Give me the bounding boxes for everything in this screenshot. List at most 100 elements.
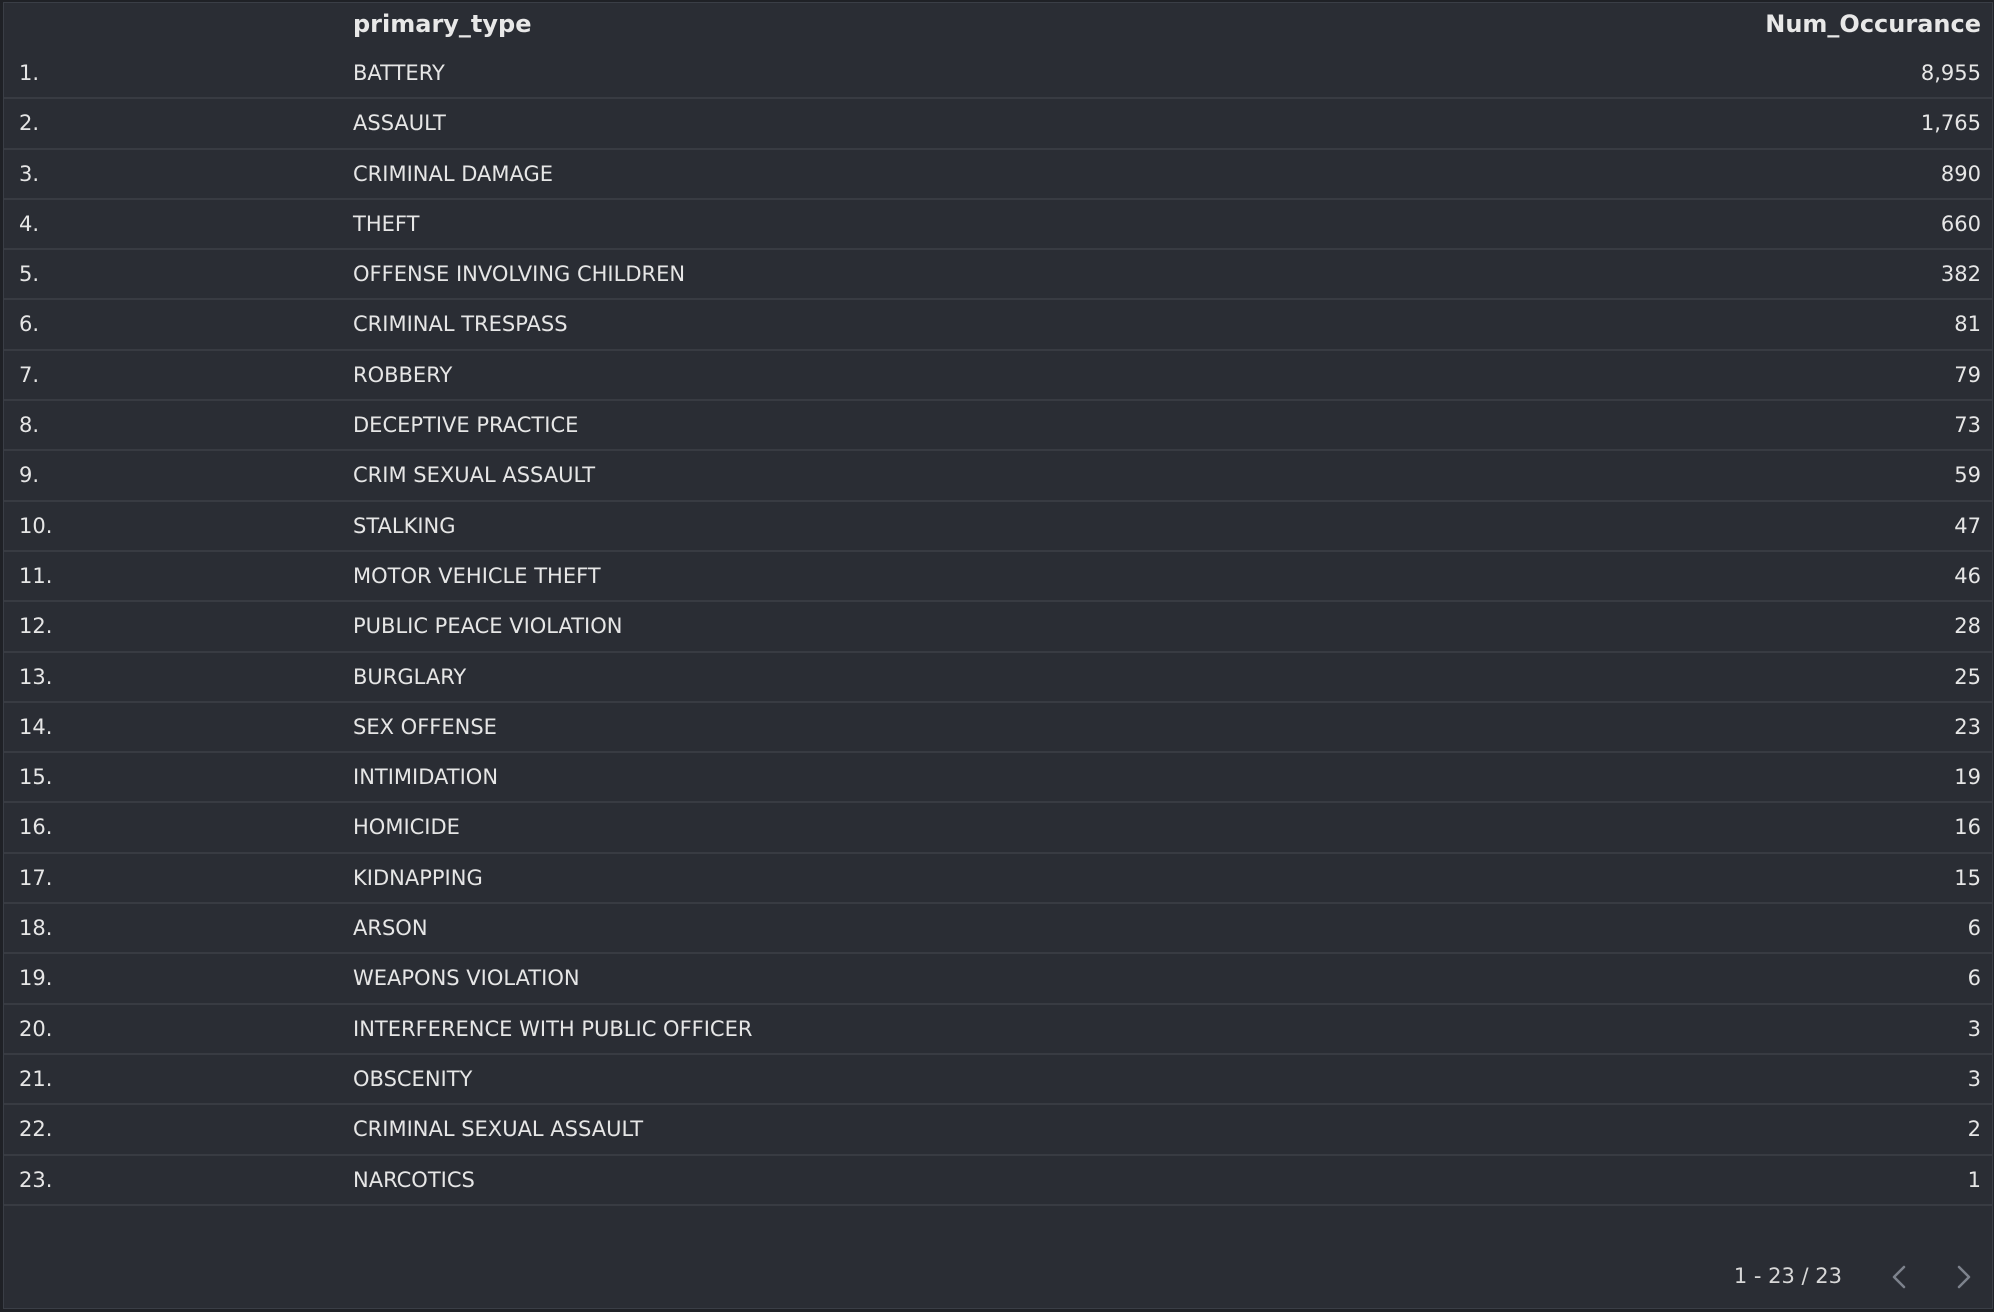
row-index: 20. bbox=[19, 1016, 53, 1041]
row-primary-type: WEAPONS VIOLATION bbox=[353, 966, 580, 991]
row-index: 7. bbox=[19, 362, 40, 387]
row-index: 17. bbox=[19, 865, 53, 890]
row-num-occurance: 25 bbox=[1954, 664, 1981, 689]
table-row[interactable]: 19. WEAPONS VIOLATION 6 bbox=[4, 954, 1992, 1005]
table-row[interactable]: 21. OBSCENITY 3 bbox=[4, 1055, 1992, 1106]
row-primary-type: BURGLARY bbox=[353, 664, 467, 689]
table-row[interactable]: 6. CRIMINAL TRESPASS 81 bbox=[4, 300, 1992, 351]
row-num-occurance: 15 bbox=[1954, 865, 1981, 890]
table-row[interactable]: 15. INTIMIDATION 19 bbox=[4, 753, 1992, 804]
row-primary-type: HOMICIDE bbox=[353, 815, 460, 840]
chevron-left-icon bbox=[1892, 1265, 1906, 1289]
row-index: 4. bbox=[19, 211, 40, 236]
row-num-occurance: 59 bbox=[1954, 463, 1981, 488]
row-primary-type: INTERFERENCE WITH PUBLIC OFFICER bbox=[353, 1016, 753, 1041]
table-row[interactable]: 8. DECEPTIVE PRACTICE 73 bbox=[4, 401, 1992, 452]
row-index: 19. bbox=[19, 966, 53, 991]
row-num-occurance: 3 bbox=[1967, 1016, 1981, 1041]
row-num-occurance: 382 bbox=[1940, 262, 1981, 287]
table-header: primary_type Num_Occurance bbox=[4, 3, 1992, 47]
table-row[interactable]: 14. SEX OFFENSE 23 bbox=[4, 703, 1992, 754]
table-row[interactable]: 13. BURGLARY 25 bbox=[4, 653, 1992, 703]
row-primary-type: NARCOTICS bbox=[353, 1167, 475, 1192]
row-primary-type: THEFT bbox=[353, 211, 420, 236]
table-row[interactable]: 12. PUBLIC PEACE VIOLATION 28 bbox=[4, 602, 1992, 653]
row-index: 14. bbox=[19, 714, 53, 739]
next-page-button[interactable] bbox=[1948, 1262, 1978, 1292]
table-row[interactable]: 17. KIDNAPPING 15 bbox=[4, 854, 1992, 905]
row-num-occurance: 19 bbox=[1954, 765, 1981, 790]
row-num-occurance: 47 bbox=[1954, 513, 1981, 538]
table-row[interactable]: 1. BATTERY 8,955 bbox=[4, 49, 1992, 100]
row-num-occurance: 8,955 bbox=[1920, 61, 1981, 85]
row-primary-type: BATTERY bbox=[353, 61, 445, 85]
row-index: 12. bbox=[19, 614, 53, 639]
column-header-num-occurance[interactable]: Num_Occurance bbox=[1765, 10, 1981, 38]
table-row[interactable]: 23. NARCOTICS 1 bbox=[4, 1156, 1992, 1206]
row-index: 18. bbox=[19, 916, 53, 941]
row-index: 8. bbox=[19, 413, 40, 438]
row-primary-type: OBSCENITY bbox=[353, 1066, 473, 1091]
table-row[interactable]: 22. CRIMINAL SEXUAL ASSAULT 2 bbox=[4, 1105, 1992, 1156]
row-index: 3. bbox=[19, 161, 40, 186]
row-primary-type: ARSON bbox=[353, 916, 428, 941]
row-primary-type: PUBLIC PEACE VIOLATION bbox=[353, 614, 623, 639]
table-panel: primary_type Num_Occurance 1. BATTERY 8,95… bbox=[3, 2, 1993, 1309]
row-index: 23. bbox=[19, 1167, 53, 1192]
row-index: 9. bbox=[19, 463, 40, 488]
column-header-primary-type[interactable]: primary_type bbox=[353, 10, 532, 38]
table-row[interactable]: 7. ROBBERY 79 bbox=[4, 351, 1992, 402]
pagination-label: 1 - 23 / 23 bbox=[1733, 1264, 1842, 1288]
row-index: 2. bbox=[19, 111, 40, 136]
row-index: 16. bbox=[19, 815, 53, 840]
row-num-occurance: 73 bbox=[1954, 413, 1981, 438]
table-row[interactable]: 2. ASSAULT 1,765 bbox=[4, 99, 1992, 150]
row-primary-type: CRIMINAL SEXUAL ASSAULT bbox=[353, 1117, 644, 1142]
row-index: 15. bbox=[19, 765, 53, 790]
row-primary-type: CRIMINAL DAMAGE bbox=[353, 161, 554, 186]
table-row[interactable]: 10. STALKING 47 bbox=[4, 502, 1992, 552]
table-row[interactable]: 5. OFFENSE INVOLVING CHILDREN 382 bbox=[4, 250, 1992, 301]
row-num-occurance: 660 bbox=[1940, 211, 1981, 236]
row-num-occurance: 1 bbox=[1967, 1167, 1981, 1192]
row-index: 22. bbox=[19, 1117, 53, 1142]
row-num-occurance: 81 bbox=[1954, 312, 1981, 337]
row-primary-type: OFFENSE INVOLVING CHILDREN bbox=[353, 262, 686, 287]
row-num-occurance: 28 bbox=[1954, 614, 1981, 639]
row-index: 1. bbox=[19, 61, 40, 85]
row-primary-type: ROBBERY bbox=[353, 362, 453, 387]
table-row[interactable]: 20. INTERFERENCE WITH PUBLIC OFFICER 3 bbox=[4, 1005, 1992, 1055]
row-primary-type: DECEPTIVE PRACTICE bbox=[353, 413, 579, 438]
row-num-occurance: 1,765 bbox=[1920, 111, 1981, 136]
row-num-occurance: 2 bbox=[1967, 1117, 1981, 1142]
row-num-occurance: 46 bbox=[1954, 563, 1981, 588]
row-primary-type: INTIMIDATION bbox=[353, 765, 499, 790]
row-num-occurance: 23 bbox=[1954, 714, 1981, 739]
row-primary-type: CRIMINAL TRESPASS bbox=[353, 312, 568, 337]
row-num-occurance: 79 bbox=[1954, 362, 1981, 387]
table-row[interactable]: 11. MOTOR VEHICLE THEFT 46 bbox=[4, 552, 1992, 603]
row-index: 21. bbox=[19, 1066, 53, 1091]
row-num-occurance: 890 bbox=[1940, 161, 1981, 186]
row-num-occurance: 6 bbox=[1967, 966, 1981, 991]
table-row[interactable]: 18. ARSON 6 bbox=[4, 904, 1992, 955]
row-primary-type: MOTOR VEHICLE THEFT bbox=[353, 563, 601, 588]
row-primary-type: KIDNAPPING bbox=[353, 865, 483, 890]
table-row[interactable]: 4. THEFT 660 bbox=[4, 200, 1992, 251]
row-index: 5. bbox=[19, 262, 40, 287]
table-row[interactable]: 9. CRIM SEXUAL ASSAULT 59 bbox=[4, 451, 1992, 502]
row-index: 11. bbox=[19, 563, 53, 588]
row-index: 6. bbox=[19, 312, 40, 337]
row-index: 13. bbox=[19, 664, 53, 689]
table-row[interactable]: 3. CRIMINAL DAMAGE 890 bbox=[4, 150, 1992, 200]
row-index: 10. bbox=[19, 513, 53, 538]
row-primary-type: SEX OFFENSE bbox=[353, 714, 497, 739]
row-num-occurance: 16 bbox=[1954, 815, 1981, 840]
table-body: 1. BATTERY 8,955 2. ASSAULT 1,765 3. CRIMINAL D… bbox=[4, 49, 1992, 1206]
row-num-occurance: 6 bbox=[1967, 916, 1981, 941]
row-primary-type: CRIM SEXUAL ASSAULT bbox=[353, 463, 596, 488]
chevron-right-icon bbox=[1957, 1265, 1971, 1289]
row-primary-type: ASSAULT bbox=[353, 111, 446, 136]
previous-page-button[interactable] bbox=[1885, 1262, 1915, 1292]
table-row[interactable]: 16. HOMICIDE 16 bbox=[4, 803, 1992, 854]
